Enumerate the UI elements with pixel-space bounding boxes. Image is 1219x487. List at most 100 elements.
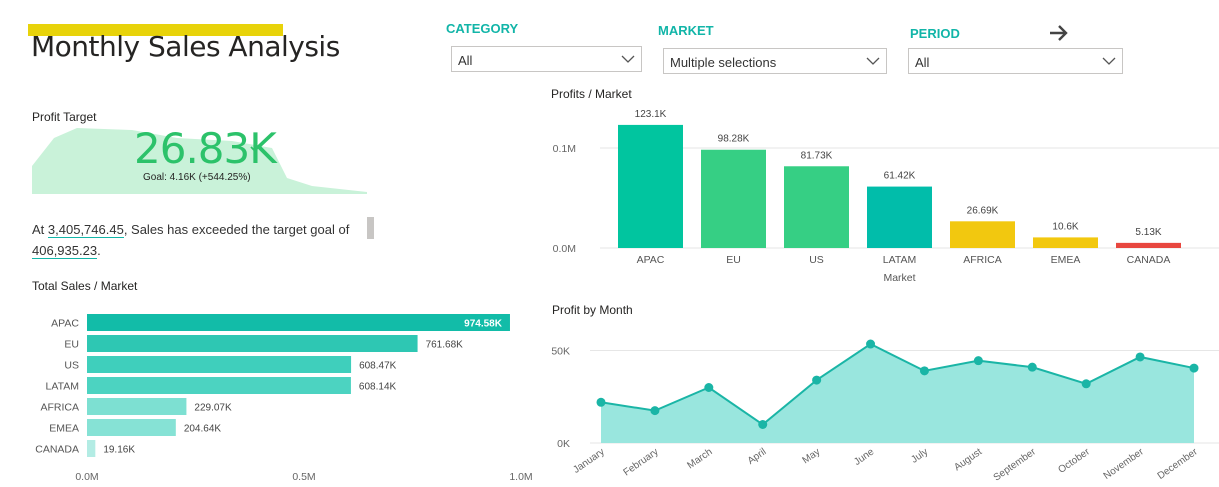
area-point[interactable] [1027, 362, 1037, 372]
area-point[interactable] [973, 356, 983, 366]
vbar-bar[interactable] [784, 166, 849, 248]
area-x-tick-label: July [909, 446, 930, 465]
area-x-tick-label: November [1102, 446, 1147, 482]
area-point[interactable] [650, 406, 660, 416]
vbar-category-label: AFRICA [963, 254, 1002, 266]
kpi-goal: Goal: 4.16K (+544.25%) [143, 172, 251, 183]
profit-by-month-chart-title: Profit by Month [552, 303, 633, 317]
hbar-x-tick-label: 0.0M [75, 471, 98, 483]
area-y-tick-label: 50K [551, 346, 570, 358]
area-x-tick-label: August [952, 446, 984, 473]
period-filter-label: PERIOD [910, 26, 960, 41]
hbar-data-label: 229.07K [194, 403, 232, 414]
hbar-category-label: EMEA [49, 423, 79, 435]
vbar-data-label: 61.42K [884, 171, 916, 182]
area-point[interactable] [758, 420, 768, 429]
area-point[interactable] [1189, 363, 1199, 373]
vbar-data-label: 26.69K [967, 205, 999, 216]
vbar-category-label: CANADA [1127, 254, 1171, 266]
arrow-right-icon [1050, 25, 1068, 41]
page-title: Monthly Sales Analysis [31, 30, 340, 63]
hbar-category-label: LATAM [46, 381, 79, 393]
hbar-bar[interactable] [87, 314, 510, 331]
hbar-bar[interactable] [87, 356, 352, 373]
area-x-tick-label: April [746, 446, 769, 466]
hbar-bar[interactable] [87, 440, 96, 457]
area-y-tick-label: 0K [557, 438, 570, 450]
vbar-bar[interactable] [950, 221, 1015, 248]
vbar-bar[interactable] [867, 186, 932, 248]
hbar-bar[interactable] [87, 377, 351, 394]
area-x-tick-label: February [622, 446, 661, 478]
vbar-category-label: LATAM [883, 254, 916, 266]
hbar-data-label: 204.64K [184, 424, 222, 435]
hbar-category-label: EU [64, 339, 79, 351]
vbar-y-tick-label: 0.1M [553, 143, 576, 155]
vbar-bar[interactable] [701, 149, 766, 248]
area-point[interactable] [704, 383, 714, 392]
area-x-tick-label: September [992, 446, 1039, 483]
area-point[interactable] [1135, 352, 1145, 362]
area-point[interactable] [596, 397, 606, 407]
vbar-category-label: APAC [637, 254, 665, 266]
profit-by-month-chart: 0K 50K January February March April May June Jul… [551, 339, 1219, 484]
area-fill [601, 344, 1194, 443]
chevron-down-icon [866, 57, 880, 65]
hbar-data-label: 761.68K [426, 340, 464, 351]
profits-market-chart-title: Profits / Market [551, 87, 632, 101]
market-dropdown-value: Multiple selections [670, 55, 777, 70]
narrative-middle: , Sales has exceeded the target goal of [123, 222, 350, 237]
hbar-category-label: CANADA [35, 444, 79, 456]
sales-value-link[interactable]: 3,405,746.45 [47, 222, 124, 238]
area-point[interactable] [1081, 379, 1091, 389]
vbar-data-label: 81.73K [801, 150, 833, 161]
market-dropdown[interactable]: Multiple selections [663, 48, 887, 74]
area-point[interactable] [812, 375, 822, 385]
narrative-scrollbar[interactable] [367, 217, 374, 239]
area-x-tick-label: December [1156, 446, 1201, 482]
hbar-bar[interactable] [87, 335, 418, 352]
hbar-data-label: 608.14K [359, 382, 397, 393]
period-dropdown[interactable]: All [908, 48, 1123, 74]
vbar-bar[interactable] [618, 124, 683, 248]
category-dropdown[interactable]: All [451, 46, 642, 72]
category-filter-label: CATEGORY [446, 21, 519, 36]
chevron-down-icon [621, 55, 635, 63]
vbar-y-tick-label: 0.0M [553, 243, 576, 255]
hbar-data-label: 974.58K [464, 319, 503, 330]
vbar-category-label: EMEA [1051, 254, 1081, 266]
area-x-tick-label: June [852, 446, 876, 468]
vbar-category-label: EU [726, 254, 741, 266]
category-dropdown-value: All [458, 53, 473, 68]
checkmark-icon [250, 141, 264, 152]
hbar-data-label: 19.16K [103, 445, 135, 456]
profits-market-chart: 0.0M 0.1M 123.1K APAC 98.28K EU 81.73K US 61.42K… [553, 109, 1219, 284]
next-page-button[interactable] [1046, 20, 1072, 46]
vbar-data-label: 123.1K [635, 109, 667, 120]
chevron-down-icon [1102, 57, 1116, 65]
vbar-data-label: 5.13K [1135, 227, 1161, 238]
total-sales-market-chart: APAC 974.58K EU 761.68K US 608.47K LATAM 608.14… [35, 314, 533, 483]
kpi-label: Profit Target [32, 110, 97, 124]
hbar-bar[interactable] [87, 398, 187, 415]
area-point[interactable] [866, 339, 876, 349]
area-x-tick-label: March [685, 446, 714, 471]
hbar-bar[interactable] [87, 419, 176, 436]
total-sales-chart-title: Total Sales / Market [32, 279, 138, 293]
vbar-bar[interactable] [1116, 242, 1181, 248]
vbar-bar[interactable] [1033, 237, 1098, 248]
hbar-category-label: AFRICA [40, 402, 79, 414]
period-dropdown-value: All [915, 55, 930, 70]
area-x-tick-label: October [1056, 446, 1092, 476]
hbar-category-label: APAC [51, 318, 79, 330]
hbar-category-label: US [64, 360, 79, 372]
narrative-suffix: . [97, 243, 101, 258]
target-value-link[interactable]: 406,935.23 [32, 243, 98, 259]
vbar-x-axis-title: Market [883, 272, 915, 284]
narrative-prefix: At [32, 222, 48, 237]
area-point[interactable] [919, 366, 929, 376]
hbar-x-tick-label: 1.0M [509, 471, 532, 483]
area-x-tick-label: May [801, 446, 823, 466]
vbar-category-label: US [809, 254, 824, 266]
hbar-x-tick-label: 0.5M [292, 471, 315, 483]
